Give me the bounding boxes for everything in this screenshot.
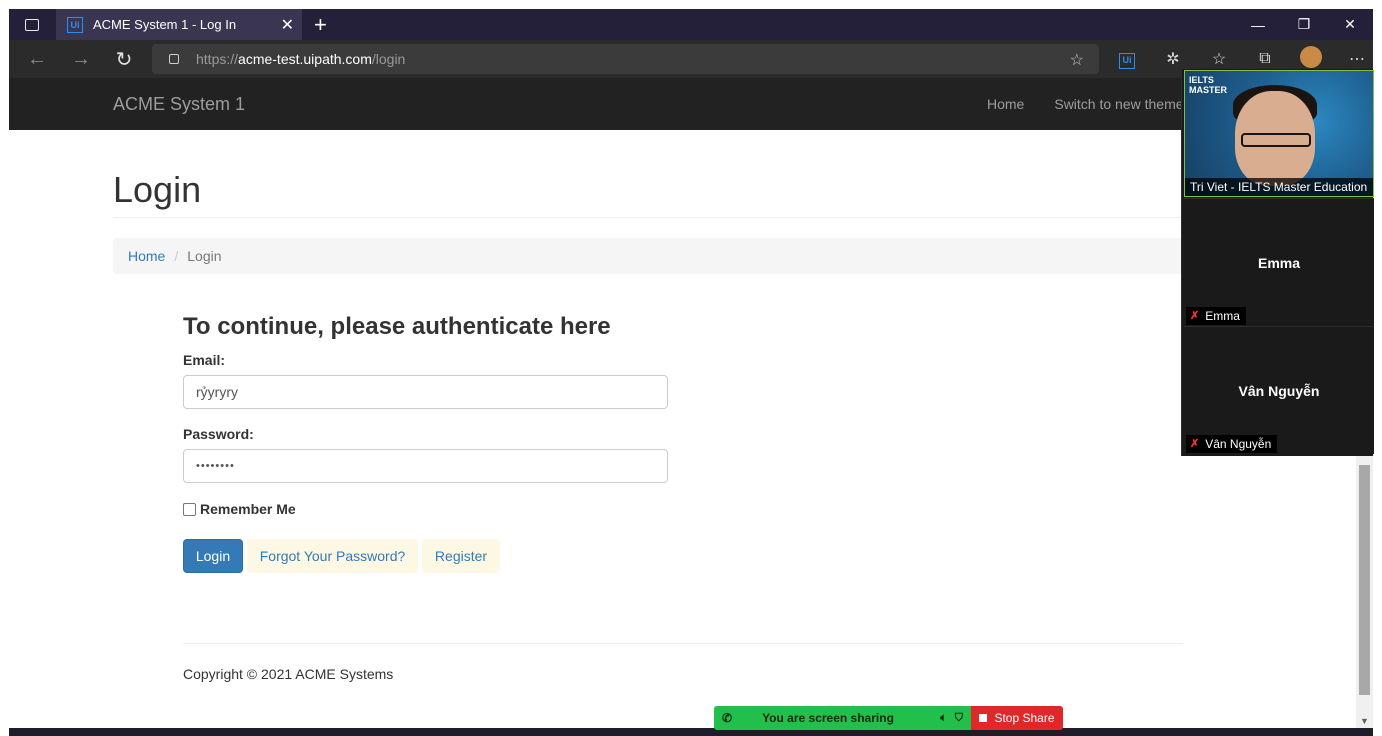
footer-divider xyxy=(183,643,1183,644)
minimize-button[interactable]: — xyxy=(1235,9,1281,40)
restore-button[interactable]: ❐ xyxy=(1281,9,1327,40)
scroll-down-arrow-icon[interactable]: ▼ xyxy=(1360,716,1369,726)
participant-label-text: Vân Nguyễn xyxy=(1205,437,1272,451)
ielts-master-logo: IELTS MASTER xyxy=(1189,75,1227,95)
remember-me-label[interactable]: Remember Me xyxy=(200,501,296,517)
collections-icon[interactable]: ⧉ xyxy=(1242,50,1288,68)
stop-share-button[interactable]: Stop Share xyxy=(971,706,1063,730)
video-participant-name: Tri Viet - IELTS Master Education xyxy=(1185,178,1373,196)
navbar-links: Home Switch to new theme xyxy=(987,96,1214,112)
sharing-status-text: You are screen sharing xyxy=(762,711,894,725)
navbar-brand[interactable]: ACME System 1 xyxy=(113,94,245,115)
uipath-extension-icon[interactable]: Ui xyxy=(1104,50,1150,69)
back-arrow-icon[interactable]: ← xyxy=(25,47,49,71)
more-menu-icon[interactable]: ⋯ xyxy=(1334,49,1380,69)
participant-name-center: Vân Nguyễn xyxy=(1238,383,1320,399)
favorites-icon[interactable]: ☆ xyxy=(1196,49,1242,69)
page-title: Login xyxy=(113,169,202,210)
nav-link-home[interactable]: Home xyxy=(987,96,1024,112)
browser-title-bar: Ui ACME System 1 - Log In ✕ + — ❐ ✕ xyxy=(9,9,1373,40)
lock-icon[interactable] xyxy=(169,54,179,64)
zoom-participants-panel: IELTS MASTER Tri Viet - IELTS Master Edu… xyxy=(1181,69,1374,456)
participant-name-center: Emma xyxy=(1257,255,1301,271)
password-field[interactable]: •••••••• xyxy=(183,449,668,483)
participant-tile-emma[interactable]: Emma ✗ Emma xyxy=(1184,198,1374,326)
participant-glasses xyxy=(1241,133,1311,147)
email-field[interactable]: rỷyryry xyxy=(183,375,668,409)
stop-icon xyxy=(979,714,988,722)
breadcrumb-separator: / xyxy=(174,248,179,264)
tab-title: ACME System 1 - Log In xyxy=(93,17,237,32)
audio-icon[interactable]: 🔈︎ xyxy=(940,712,947,725)
refresh-icon[interactable]: ↻ xyxy=(112,47,136,71)
password-label: Password: xyxy=(183,426,254,442)
sharing-status[interactable]: ✆ You are screen sharing 🔈︎ ⛉ xyxy=(714,706,971,730)
forward-arrow-icon[interactable]: → xyxy=(69,47,93,71)
phone-icon: ✆ xyxy=(722,711,733,725)
close-window-button[interactable]: ✕ xyxy=(1327,9,1373,40)
participant-label-text: Emma xyxy=(1205,309,1240,323)
screen: Ui ACME System 1 - Log In ✕ + — ❐ ✕ ← → … xyxy=(0,0,1382,736)
breadcrumb: Home / Login xyxy=(113,238,1183,274)
uipath-favicon-icon: Ui xyxy=(67,16,83,33)
remember-me: Remember Me xyxy=(183,501,296,517)
stop-share-label: Stop Share xyxy=(994,711,1055,725)
remember-me-checkbox[interactable] xyxy=(183,502,196,516)
screen-share-bar: ✆ You are screen sharing 🔈︎ ⛉ Stop Share xyxy=(714,706,1063,730)
participant-tile-van-nguyen[interactable]: Vân Nguyễn ✗ Vân Nguyễn xyxy=(1184,326,1374,454)
scrollbar-thumb[interactable] xyxy=(1359,465,1370,695)
participant-label: ✗ Vân Nguyễn xyxy=(1186,435,1278,453)
breadcrumb-home-link[interactable]: Home xyxy=(128,248,165,264)
site-navbar: ACME System 1 Home Switch to new theme xyxy=(9,78,1373,130)
email-label: Email: xyxy=(183,352,226,368)
form-heading: To continue, please authenticate here xyxy=(183,313,611,340)
title-divider xyxy=(113,217,1183,218)
new-tab-button[interactable]: + xyxy=(314,12,327,38)
tab-actions-icon[interactable] xyxy=(25,18,39,31)
url-input[interactable]: https://acme-test.uipath.com/login ☆ xyxy=(152,44,1099,74)
copyright-text: Copyright © 2021 ACME Systems xyxy=(183,666,394,682)
shield-icon[interactable]: ⛉ xyxy=(955,712,963,725)
muted-mic-icon: ✗ xyxy=(1190,310,1200,322)
participant-label: ✗ Emma xyxy=(1186,307,1246,325)
taskbar-strip xyxy=(9,728,1373,736)
muted-mic-icon: ✗ xyxy=(1190,438,1200,450)
page-scrollbar[interactable]: ▼ xyxy=(1356,455,1373,728)
register-link[interactable]: Register xyxy=(422,539,500,573)
forgot-password-link[interactable]: Forgot Your Password? xyxy=(247,539,418,573)
breadcrumb-current: Login xyxy=(187,248,222,264)
window-controls: — ❐ ✕ xyxy=(1235,9,1373,40)
participant-video-tile[interactable]: IELTS MASTER Tri Viet - IELTS Master Edu… xyxy=(1184,70,1374,197)
url-text: https://acme-test.uipath.com/login xyxy=(196,51,406,67)
close-tab-icon[interactable]: ✕ xyxy=(281,15,294,35)
browser-tab[interactable]: Ui ACME System 1 - Log In ✕ xyxy=(56,9,302,40)
address-bar-row: ← → ↻ https://acme-test.uipath.com/login… xyxy=(9,40,1373,78)
extensions-puzzle-icon[interactable]: ✲ xyxy=(1150,49,1196,69)
nav-link-switch-theme[interactable]: Switch to new theme xyxy=(1054,96,1183,112)
add-favorite-icon[interactable]: ☆ xyxy=(1070,50,1084,70)
login-button[interactable]: Login xyxy=(183,539,243,573)
